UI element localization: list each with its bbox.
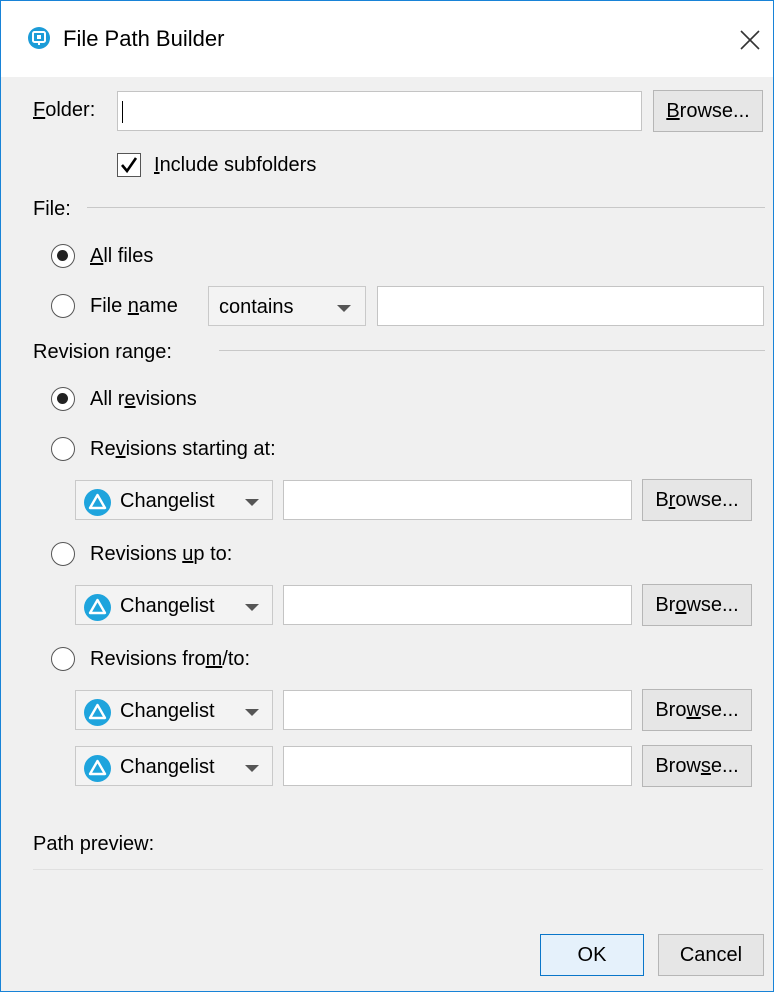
revisions-up-to-radio[interactable]	[51, 542, 75, 566]
changelist-icon	[84, 594, 111, 621]
file-path-builder-dialog: File Path Builder Folder: Browse... Incl…	[0, 0, 774, 992]
starting-at-type-select[interactable]: Changelist	[75, 480, 273, 520]
to-type-value: Changelist	[120, 756, 215, 778]
changelist-icon	[84, 755, 111, 782]
revisions-up-to-label[interactable]: Revisions up to:	[90, 543, 232, 566]
window-title: File Path Builder	[63, 26, 225, 51]
revision-range-section-divider	[219, 350, 765, 351]
up-to-type-select[interactable]: Changelist	[75, 585, 273, 625]
include-subfolders-label[interactable]: Include subfolders	[154, 154, 316, 177]
starting-at-type-value: Changelist	[120, 490, 215, 512]
app-icon	[28, 27, 50, 49]
chevron-down-icon	[245, 604, 259, 611]
all-revisions-radio[interactable]	[51, 387, 75, 411]
cancel-button[interactable]: Cancel	[658, 934, 764, 976]
chevron-down-icon	[245, 765, 259, 772]
starting-at-browse-button[interactable]: Br owse...	[642, 479, 752, 521]
up-to-input[interactable]	[283, 585, 632, 625]
include-subfolders-checkbox[interactable]	[117, 153, 141, 177]
title-bar: File Path Builder	[1, 1, 773, 77]
up-to-type-value: Changelist	[120, 595, 215, 617]
from-type-select[interactable]: Changelist	[75, 690, 273, 730]
revisions-from-to-label[interactable]: Revisions from/to:	[90, 648, 250, 671]
changelist-icon	[84, 699, 111, 726]
file-name-label[interactable]: File name	[90, 295, 178, 318]
from-browse-button[interactable]: Bro w se...	[642, 689, 752, 731]
ok-button[interactable]: OK	[540, 934, 644, 976]
file-name-operator-value: contains	[219, 296, 294, 318]
to-browse-button[interactable]: Brow s e...	[642, 745, 752, 787]
revisions-starting-at-radio[interactable]	[51, 437, 75, 461]
chevron-down-icon	[245, 709, 259, 716]
checkmark-icon	[121, 157, 138, 174]
all-files-label[interactable]: All files	[90, 245, 153, 268]
path-preview-divider	[33, 869, 763, 870]
close-icon[interactable]	[735, 25, 765, 55]
starting-at-input[interactable]	[283, 480, 632, 520]
all-revisions-label[interactable]: All revisions	[90, 388, 197, 411]
path-preview-label: Path preview:	[33, 833, 155, 855]
from-type-value: Changelist	[120, 700, 215, 722]
revisions-from-to-radio[interactable]	[51, 647, 75, 671]
chevron-down-icon	[245, 499, 259, 506]
folder-input[interactable]	[117, 91, 642, 131]
file-name-input[interactable]	[377, 286, 764, 326]
chevron-down-icon	[337, 305, 351, 312]
file-name-operator-select[interactable]: contains	[208, 286, 366, 326]
up-to-browse-button[interactable]: Br o wse...	[642, 584, 752, 626]
text-caret	[122, 101, 123, 123]
changelist-icon	[84, 489, 111, 516]
revision-range-section-label: Revision range:	[33, 341, 172, 363]
to-input[interactable]	[283, 746, 632, 786]
file-name-radio[interactable]	[51, 294, 75, 318]
folder-browse-button[interactable]: Browse...	[653, 90, 763, 132]
to-type-select[interactable]: Changelist	[75, 746, 273, 786]
all-files-radio[interactable]	[51, 244, 75, 268]
file-section-divider	[87, 207, 765, 208]
revisions-starting-at-label[interactable]: Revisions starting at:	[90, 438, 276, 461]
from-input[interactable]	[283, 690, 632, 730]
folder-label: Folder:	[33, 99, 96, 121]
file-section-label: File:	[33, 198, 71, 220]
